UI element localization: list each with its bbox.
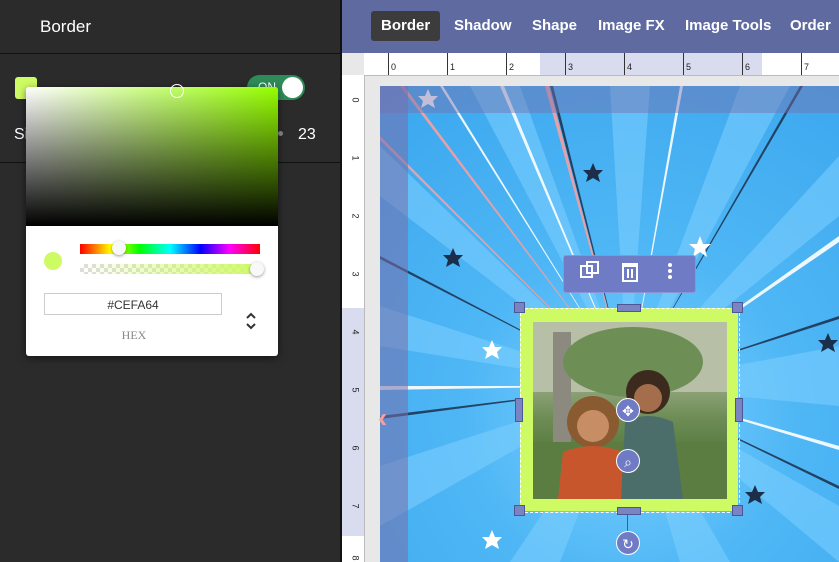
ruler-num: 6 <box>745 62 751 72</box>
mode-toggle-chevrons-icon[interactable] <box>242 309 260 333</box>
size-slider-handle[interactable] <box>278 131 283 136</box>
resize-handle-top-right[interactable] <box>732 302 743 313</box>
color-picker: #CEFA64 HEX <box>26 84 278 356</box>
ruler-tick <box>506 53 507 75</box>
ruler-num: 0 <box>391 62 397 72</box>
alpha-knob[interactable] <box>250 262 264 276</box>
ruler-highlight-left <box>342 308 364 536</box>
zoom-icon[interactable]: ⌕ <box>616 449 640 473</box>
alpha-slider[interactable] <box>80 264 260 274</box>
resize-handle-bottom-right[interactable] <box>732 505 743 516</box>
saturation-area[interactable] <box>26 84 278 226</box>
ruler-num: 8 <box>350 555 361 561</box>
tab-image-tools[interactable]: Image Tools <box>675 11 781 41</box>
canvas-bleed-top <box>380 86 839 113</box>
hex-mode-label: HEX <box>121 328 147 342</box>
ruler-num: 7 <box>804 62 810 72</box>
tab-shadow[interactable]: Shadow <box>444 11 522 41</box>
canvas-bleed-left <box>380 86 408 562</box>
tab-bar: Border Shadow Shape Image FX Image Tools… <box>342 0 839 53</box>
color-preview <box>44 252 62 270</box>
ruler-left: 0 1 2 3 4 5 6 7 8 <box>342 75 365 562</box>
tab-border[interactable]: Border <box>371 11 441 41</box>
ruler-num: 4 <box>350 329 361 335</box>
ruler-tick <box>388 53 389 75</box>
rotate-icon[interactable]: ↻ <box>616 531 640 555</box>
ruler-num: 3 <box>350 271 361 277</box>
hue-slider[interactable] <box>80 244 260 254</box>
tab-image-fx[interactable]: Image FX <box>588 11 675 41</box>
ruler-num: 7 <box>350 503 361 509</box>
resize-handle-bottom-left[interactable] <box>514 505 525 516</box>
move-icon[interactable]: ✥ <box>616 398 640 422</box>
element-toolbar <box>563 255 696 293</box>
ruler-num: 6 <box>350 445 361 451</box>
ruler-num: 5 <box>686 62 692 72</box>
resize-handle-bottom[interactable] <box>617 507 641 515</box>
ruler-num: 4 <box>627 62 633 72</box>
tab-shape[interactable]: Shape <box>522 11 587 41</box>
ruler-num: 2 <box>509 62 515 72</box>
hue-knob[interactable] <box>112 241 126 255</box>
ruler-num: 2 <box>350 213 361 219</box>
ruler-num: 5 <box>350 387 361 393</box>
ruler-num: 1 <box>350 155 361 161</box>
hex-input[interactable]: #CEFA64 <box>44 293 222 315</box>
toggle-knob <box>282 77 303 98</box>
rotate-connector <box>627 515 628 531</box>
ruler-tick <box>742 53 743 75</box>
ruler-highlight-top <box>540 53 762 75</box>
ruler-top: 0 1 2 3 4 5 6 7 <box>364 53 839 76</box>
ruler-tick <box>565 53 566 75</box>
ruler-num: 3 <box>568 62 574 72</box>
ruler-tick <box>683 53 684 75</box>
previous-page-arrow-icon[interactable]: ‹ <box>378 402 387 434</box>
ruler-tick <box>624 53 625 75</box>
ruler-num: 0 <box>350 97 361 103</box>
ruler-tick <box>801 53 802 75</box>
duplicate-icon[interactable] <box>576 260 604 288</box>
sidebar-title: Border <box>0 0 340 54</box>
ruler-tick <box>447 53 448 75</box>
resize-handle-left[interactable] <box>515 398 523 422</box>
tab-order[interactable]: Order <box>780 11 839 41</box>
resize-handle-top-left[interactable] <box>514 302 525 313</box>
size-value: 23 <box>298 126 316 143</box>
resize-handle-right[interactable] <box>735 398 743 422</box>
resize-handle-top[interactable] <box>617 304 641 312</box>
trash-icon[interactable] <box>616 260 644 288</box>
more-vertical-icon[interactable] <box>656 260 684 288</box>
ruler-num: 1 <box>450 62 456 72</box>
saturation-knob[interactable] <box>170 84 184 98</box>
